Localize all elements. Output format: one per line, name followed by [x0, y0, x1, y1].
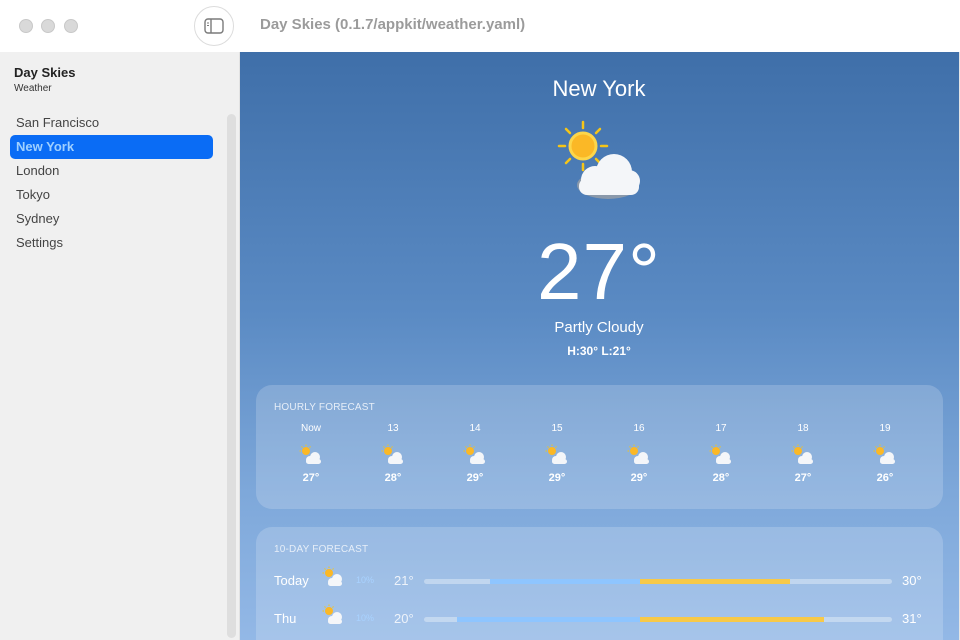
precipitation-chance: 10% — [356, 613, 375, 623]
sidebar-scrollbar[interactable] — [227, 114, 236, 638]
partly-cloudy-icon — [463, 444, 485, 464]
forecast-day: Today — [274, 573, 309, 588]
hourly-temperature: 29° — [630, 472, 648, 484]
range-cool-segment — [457, 617, 640, 622]
partly-cloudy-icon — [557, 120, 640, 199]
app-window: Day Skies (0.1.7/appkit/weather.yaml) Da… — [0, 0, 960, 640]
sidebar-toggle-button[interactable] — [194, 6, 234, 46]
forecast-row[interactable]: Thu 10% 20° 31° — [274, 604, 934, 629]
hourly-item: 14 29° — [445, 423, 505, 484]
hourly-forecast-label: HOURLY FORECAST — [274, 402, 375, 413]
range-warm-segment — [640, 617, 824, 622]
partly-cloudy-icon — [709, 444, 731, 464]
forecast-row[interactable]: Today 10% 21° 30° — [274, 566, 934, 591]
hourly-time: 14 — [469, 423, 481, 434]
window-title: Day Skies (0.1.7/appkit/weather.yaml) — [260, 16, 526, 33]
hourly-item: 17 28° — [691, 423, 751, 484]
daily-forecast-label: 10-DAY FORECAST — [274, 544, 369, 555]
hourly-item: 18 27° — [773, 423, 833, 484]
title-bar: Day Skies (0.1.7/appkit/weather.yaml) — [0, 0, 960, 52]
sidebar-subtitle: Weather — [14, 83, 52, 94]
partly-cloudy-icon — [322, 604, 342, 624]
hourly-temperature: 26° — [876, 472, 894, 484]
daily-forecast-card: 10-DAY FORECAST Today 10% 21° 30° Thu 10… — [256, 527, 943, 640]
zoom-window-button[interactable] — [64, 19, 78, 33]
partly-cloudy-icon — [791, 444, 813, 464]
partly-cloudy-icon — [873, 444, 895, 464]
forecast-high: 30° — [902, 573, 922, 588]
hourly-temperature: 27° — [794, 472, 812, 484]
close-window-button[interactable] — [19, 19, 33, 33]
partly-cloudy-icon — [322, 566, 342, 586]
weather-main: New York 27° Partly Cloudy H:30° L:21° H… — [240, 52, 960, 640]
partly-cloudy-icon — [299, 444, 321, 464]
range-cool-segment — [490, 579, 640, 584]
partly-cloudy-icon — [545, 444, 567, 464]
hourly-temperature: 28° — [384, 472, 402, 484]
sidebar-nav: San Francisco New York London Tokyo Sydn… — [10, 111, 213, 255]
temperature-range-bar — [424, 617, 892, 622]
hourly-item: 13 28° — [363, 423, 423, 484]
hourly-time: 13 — [387, 423, 399, 434]
hourly-time: 17 — [715, 423, 727, 434]
hourly-time: 15 — [551, 423, 563, 434]
city-name: New York — [552, 76, 646, 101]
hourly-item: 16 29° — [609, 423, 669, 484]
sidebar-app-name: Day Skies — [14, 65, 76, 80]
current-temperature: 27° — [537, 227, 661, 316]
current-condition: Partly Cloudy — [554, 319, 644, 336]
hourly-time: 18 — [797, 423, 809, 434]
forecast-low: 21° — [394, 573, 414, 588]
forecast-high: 31° — [902, 611, 922, 626]
minimize-window-button[interactable] — [41, 19, 55, 33]
sidebar-item-san-francisco[interactable]: San Francisco — [10, 111, 213, 135]
temperature-range-bar — [424, 579, 892, 584]
sidebar: Day Skies Weather San Francisco New York… — [0, 52, 240, 640]
forecast-day: Thu — [274, 611, 297, 626]
hourly-time: 16 — [633, 423, 645, 434]
sidebar-item-tokyo[interactable]: Tokyo — [10, 183, 213, 207]
sidebar-item-settings[interactable]: Settings — [10, 231, 213, 255]
sidebar-item-london[interactable]: London — [10, 159, 213, 183]
partly-cloudy-icon — [381, 444, 403, 464]
hourly-time: Now — [300, 423, 321, 434]
sidebar-item-sydney[interactable]: Sydney — [10, 207, 213, 231]
hourly-item: 15 29° — [527, 423, 587, 484]
sidebar-icon — [204, 18, 224, 34]
hourly-forecast-card: HOURLY FORECAST Now 27° 13 28° 14 29° 15 29° 16 2… — [256, 385, 943, 509]
high-low-temperature: H:30° L:21° — [567, 344, 631, 358]
hourly-time: 19 — [879, 423, 891, 434]
hourly-temperature: 28° — [712, 472, 730, 484]
hourly-item: 19 26° — [855, 423, 915, 484]
forecast-low: 20° — [394, 611, 414, 626]
precipitation-chance: 10% — [356, 575, 375, 585]
range-warm-segment — [640, 579, 790, 584]
partly-cloudy-icon — [627, 444, 649, 464]
hourly-temperature: 29° — [466, 472, 484, 484]
hourly-item: Now 27° — [281, 423, 341, 484]
hourly-temperature: 27° — [302, 472, 320, 484]
hourly-temperature: 29° — [548, 472, 566, 484]
sidebar-item-new-york[interactable]: New York — [10, 135, 213, 159]
